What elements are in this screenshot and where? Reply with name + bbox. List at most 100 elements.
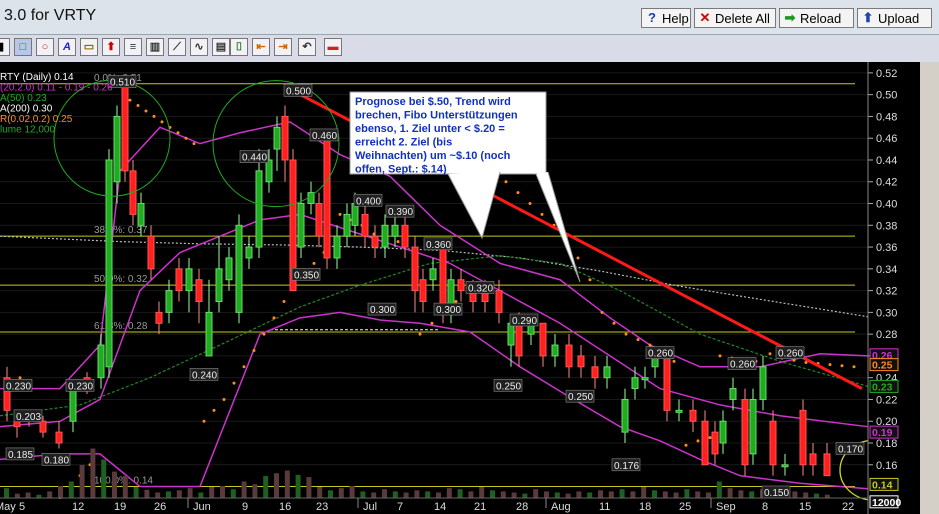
volume-bar <box>738 490 744 498</box>
y-tick-label: 0.32 <box>876 286 897 298</box>
scrollbar-strip[interactable] <box>920 62 939 514</box>
fan-tool-icon[interactable]: ⟋ <box>168 38 186 56</box>
volume-bar <box>598 490 603 498</box>
volume-bar <box>101 459 107 498</box>
price-tag: 0.360 <box>426 240 451 251</box>
volume-bar <box>565 493 571 498</box>
volume-bar <box>155 492 161 498</box>
x-tick-label: 16 <box>279 501 291 513</box>
volume-bar <box>673 492 679 498</box>
sar-dot <box>202 419 206 423</box>
volume-bar <box>490 490 495 498</box>
volume-bar <box>4 488 9 498</box>
callout-tool-icon[interactable]: ▭ <box>80 38 98 56</box>
undo-icon[interactable]: ↶ <box>298 38 316 56</box>
volume-bar <box>814 493 819 498</box>
down-candle <box>741 398 749 466</box>
up-candle <box>631 377 639 390</box>
price-tag: 0.230 <box>68 381 93 392</box>
x-tick-label: Sep <box>716 501 736 513</box>
down-candle <box>799 409 807 466</box>
sar-dot <box>396 240 400 244</box>
upload-button[interactable]: ⬆ Upload <box>857 8 932 28</box>
price-chart[interactable]: 0.0%: 0.5138.2%: 0.3750.0%: 0.3261.8%: 0… <box>0 62 920 514</box>
volume-bar <box>803 492 809 498</box>
volume-bar <box>468 491 474 498</box>
down-candle <box>323 137 331 259</box>
volume-bar <box>263 476 269 498</box>
price-tag: 0.500 <box>286 86 311 97</box>
down-candle <box>769 420 777 466</box>
y-tick-label: 0.44 <box>876 155 897 167</box>
up-candle <box>255 170 263 248</box>
fib-label: 50.0%: 0.32 <box>94 274 148 285</box>
down-candle <box>147 235 155 270</box>
up-candle <box>185 268 193 292</box>
chart-tool-icon[interactable]: ▤ <box>212 38 230 56</box>
move-left-icon[interactable]: ⇤ <box>252 38 270 56</box>
sar-dot <box>672 359 676 363</box>
volume-bar <box>619 489 625 498</box>
fibonacci-tool-icon[interactable]: ≡ <box>124 38 142 56</box>
annotation-line: brechen, Fibo Unterstützungen <box>355 110 518 122</box>
up-candle <box>245 246 253 259</box>
down-candle <box>155 311 163 324</box>
volume-bar <box>425 491 431 498</box>
down-candle <box>195 279 203 302</box>
gann-tool-icon[interactable]: ▥ <box>146 38 164 56</box>
arrow-up-tool-icon[interactable]: ⬆ <box>102 38 120 56</box>
volume-bar <box>90 448 96 498</box>
sar-dot <box>212 408 216 412</box>
x-tick-label: 12 <box>72 501 84 513</box>
price-tag: 0.230 <box>6 381 31 392</box>
y-tick-label: 0.28 <box>876 329 897 341</box>
volume-bar <box>500 491 506 498</box>
up-candle <box>97 344 105 379</box>
channel-tool-icon[interactable]: ⌷ <box>230 38 248 56</box>
x-tick-label: 21 <box>474 501 486 513</box>
up-candle <box>391 224 399 237</box>
sar-dot <box>232 381 236 385</box>
ellipse-tool-icon[interactable]: ○ <box>36 38 54 56</box>
sar-dot <box>128 98 132 102</box>
up-candle <box>381 224 389 248</box>
x-tick-label: Aug <box>551 501 571 513</box>
color-tool-icon[interactable]: ▬ <box>324 38 342 56</box>
tool-partial[interactable]: ▮ <box>0 38 10 56</box>
price-tag: 0.510 <box>110 78 135 89</box>
down-candle <box>515 322 523 357</box>
x-tick-label: 28 <box>516 501 528 513</box>
price-tag: 0.185 <box>8 450 33 461</box>
delete-all-button[interactable]: ✕ Delete All <box>694 8 776 28</box>
volume-bar <box>457 489 463 498</box>
sar-dot <box>636 338 640 342</box>
volume-bar <box>446 488 452 498</box>
sar-dot <box>588 278 592 282</box>
rectangle-tool-icon[interactable]: □ <box>14 38 32 56</box>
down-candle <box>457 279 465 292</box>
sar-dot <box>718 354 722 358</box>
x-tick-label: 23 <box>316 501 328 513</box>
volume-bar <box>608 491 614 498</box>
y-tick-label: 0.36 <box>876 242 897 254</box>
volume-bar <box>479 487 485 498</box>
sar-dot <box>648 343 652 347</box>
reload-icon: ➡ <box>784 10 796 25</box>
y-tick-label: 0.22 <box>876 394 897 406</box>
sar-dot <box>160 120 164 124</box>
text-tool-icon[interactable]: A <box>58 38 76 56</box>
sar-dot <box>600 310 604 314</box>
annotation-line: erreicht 2. Ziel (bis <box>355 137 452 149</box>
reload-button[interactable]: ➡ Reload <box>779 8 854 28</box>
volume-bar <box>252 484 258 498</box>
sar-dot <box>828 363 832 367</box>
volume-bar <box>25 492 31 498</box>
up-candle <box>105 159 113 368</box>
price-tag: 0.250 <box>568 392 593 403</box>
move-right-icon[interactable]: ⇥ <box>274 38 292 56</box>
window-titlebar: 3.0 for VRTY ? Help ✕ Delete All ➡ Reload ⬆… <box>0 0 939 35</box>
volume-bar <box>58 485 63 498</box>
help-button[interactable]: ? Help <box>641 8 691 28</box>
trend-tool-icon[interactable]: ∿ <box>190 38 208 56</box>
y-tick-label: 0.52 <box>876 68 897 80</box>
